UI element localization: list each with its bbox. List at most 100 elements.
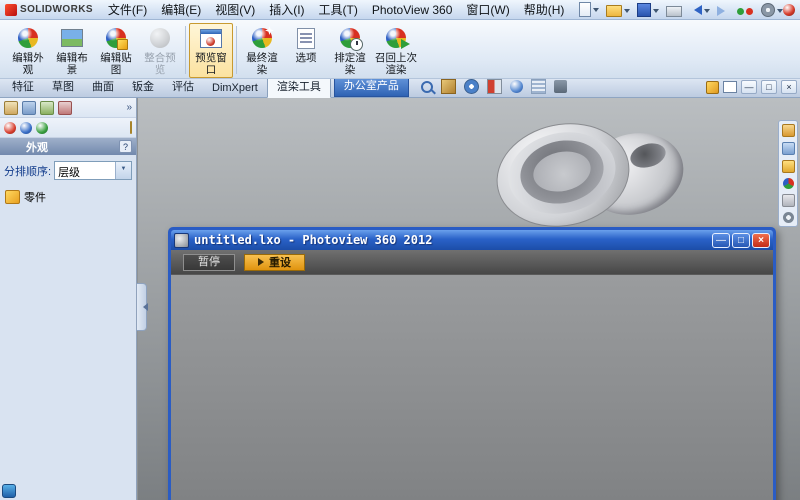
panel-overflow-chevron[interactable]: » bbox=[126, 102, 132, 113]
feature-tree-tab-icon[interactable] bbox=[4, 101, 18, 115]
doc-restore-button[interactable]: □ bbox=[761, 80, 777, 94]
property-tab-icon[interactable] bbox=[22, 101, 36, 115]
design-library-icon[interactable] bbox=[782, 142, 795, 155]
options-button[interactable] bbox=[761, 3, 783, 17]
dropdown-arrow-icon[interactable]: ▼ bbox=[115, 162, 131, 179]
rebuild-button[interactable] bbox=[737, 4, 754, 15]
pause-button[interactable]: 暂停 bbox=[183, 254, 235, 271]
menu-edit[interactable]: 编辑(E) bbox=[154, 0, 208, 19]
save-button[interactable] bbox=[637, 3, 659, 17]
appearance-quick-icon[interactable] bbox=[783, 4, 795, 16]
doc-close-button[interactable]: × bbox=[781, 80, 797, 94]
ribbon-separator bbox=[236, 26, 237, 74]
tab-sketch[interactable]: 草图 bbox=[43, 76, 83, 97]
settings-icon[interactable] bbox=[783, 212, 794, 223]
3d-model-pipe-fitting bbox=[496, 120, 686, 240]
sort-order-label: 分排顺序: bbox=[4, 163, 51, 179]
preview-window-button[interactable]: 预览窗口 bbox=[189, 23, 233, 78]
panel-header: 外观 ? bbox=[0, 138, 136, 155]
panel-tab-row: » bbox=[0, 98, 136, 118]
resources-icon[interactable] bbox=[782, 124, 795, 137]
doc-minimize-button[interactable]: — bbox=[741, 80, 757, 94]
open-button[interactable] bbox=[606, 3, 630, 17]
menu-photoview360[interactable]: PhotoView 360 bbox=[365, 2, 460, 18]
reset-button[interactable]: 重设 bbox=[244, 254, 305, 271]
hide-show-icon[interactable] bbox=[464, 79, 479, 94]
dropdown-caret-icon bbox=[624, 9, 630, 16]
photoview-maximize-button[interactable]: □ bbox=[732, 233, 750, 248]
print-button[interactable] bbox=[666, 3, 682, 17]
recall-last-render-icon bbox=[384, 26, 408, 50]
pin-icon[interactable] bbox=[706, 81, 719, 94]
schedule-render-button[interactable]: 排定渲染 bbox=[328, 23, 372, 78]
decals-icon[interactable] bbox=[36, 122, 48, 134]
photoview-titlebar[interactable]: untitled.lxo - Photoview 360 2012 — □ × bbox=[171, 230, 773, 250]
tab-evaluate[interactable]: 评估 bbox=[163, 76, 203, 97]
part-icon bbox=[5, 190, 20, 204]
ribbon-separator bbox=[185, 26, 186, 74]
dropdown-caret-icon bbox=[653, 9, 659, 16]
view-orientation-icon[interactable] bbox=[441, 79, 456, 94]
tab-features[interactable]: 特征 bbox=[3, 76, 43, 97]
new-document-button[interactable] bbox=[579, 2, 599, 17]
property-manager-panel: » 外观 ? 分排顺序: 层级 ▼ 零件 bbox=[0, 98, 137, 500]
tab-sheet-metal[interactable]: 钣金 bbox=[123, 76, 163, 97]
appearances-icon[interactable] bbox=[4, 122, 16, 134]
appearances-pane-icon[interactable] bbox=[783, 178, 794, 189]
solidworks-logo-text: SOLIDWORKS bbox=[20, 4, 93, 15]
sort-order-value: 层级 bbox=[55, 162, 115, 179]
tab-surfaces[interactable]: 曲面 bbox=[83, 76, 123, 97]
section-view-icon[interactable] bbox=[487, 79, 502, 94]
help-button[interactable]: ? bbox=[119, 140, 132, 153]
scene-settings-icon[interactable] bbox=[531, 79, 546, 94]
edit-scene-button[interactable]: 编辑布景 bbox=[50, 23, 94, 78]
fullscreen-icon[interactable] bbox=[723, 81, 737, 93]
command-manager-tabs: 特征 草图 曲面 钣金 评估 DimXpert 渲染工具 办公室产品 — □ × bbox=[0, 79, 800, 98]
edit-scene-icon bbox=[60, 26, 84, 50]
menu-window[interactable]: 窗口(W) bbox=[459, 0, 516, 19]
photoview-close-button[interactable]: × bbox=[752, 233, 770, 248]
recall-last-render-button[interactable]: 召回上次渲染 bbox=[372, 23, 420, 78]
integrated-preview-button[interactable]: 整合预览 bbox=[138, 23, 182, 78]
display-manager-row bbox=[0, 118, 136, 138]
sort-order-dropdown[interactable]: 层级 ▼ bbox=[54, 161, 132, 180]
display-style-icon[interactable] bbox=[510, 80, 523, 93]
new-document-icon bbox=[579, 2, 591, 17]
photoview-minimize-button[interactable]: — bbox=[712, 233, 730, 248]
redo-button[interactable] bbox=[717, 4, 730, 16]
dropdown-caret-icon bbox=[593, 8, 599, 15]
custom-properties-icon[interactable] bbox=[782, 194, 795, 207]
edit-decal-button[interactable]: 编辑贴图 bbox=[94, 23, 138, 78]
undo-button[interactable] bbox=[689, 3, 710, 16]
photoview-title: untitled.lxo - Photoview 360 2012 bbox=[194, 233, 710, 247]
tree-item-part[interactable]: 零件 bbox=[5, 189, 131, 205]
zoom-icon[interactable] bbox=[421, 81, 433, 93]
menu-tools[interactable]: 工具(T) bbox=[312, 0, 365, 19]
camera-icon[interactable] bbox=[554, 80, 567, 93]
file-explorer-icon[interactable] bbox=[782, 160, 795, 173]
schedule-render-icon bbox=[338, 26, 362, 50]
photoview-app-icon bbox=[174, 233, 189, 248]
final-render-button[interactable]: 最终渲染 bbox=[240, 23, 284, 78]
configuration-tab-icon[interactable] bbox=[40, 101, 54, 115]
menu-file[interactable]: 文件(F) bbox=[101, 0, 154, 19]
preview-window-icon bbox=[199, 26, 223, 50]
menu-insert[interactable]: 插入(I) bbox=[262, 0, 311, 19]
edit-appearance-button[interactable]: 编辑外观 bbox=[6, 23, 50, 78]
render-options-button[interactable]: 选项 bbox=[284, 23, 328, 66]
print-icon bbox=[666, 6, 682, 17]
menu-view[interactable]: 视图(V) bbox=[208, 0, 262, 19]
filter-slot bbox=[130, 122, 132, 133]
panel-collapse-handle[interactable] bbox=[137, 283, 147, 331]
photoview-render-area[interactable] bbox=[171, 274, 773, 500]
solidworks-window: SOLIDWORKS 文件(F) 编辑(E) 视图(V) 插入(I) 工具(T)… bbox=[0, 0, 800, 500]
dimxpert-tab-icon[interactable] bbox=[58, 101, 72, 115]
notification-icon[interactable] bbox=[2, 484, 16, 498]
tab-dimxpert[interactable]: DimXpert bbox=[203, 80, 267, 97]
redo-icon bbox=[717, 6, 730, 16]
scene-icon[interactable] bbox=[20, 122, 32, 134]
filter-icon[interactable] bbox=[130, 121, 132, 134]
play-triangle-icon bbox=[258, 258, 264, 266]
menu-bar: SOLIDWORKS 文件(F) 编辑(E) 视图(V) 插入(I) 工具(T)… bbox=[0, 0, 800, 20]
menu-help[interactable]: 帮助(H) bbox=[517, 0, 572, 19]
